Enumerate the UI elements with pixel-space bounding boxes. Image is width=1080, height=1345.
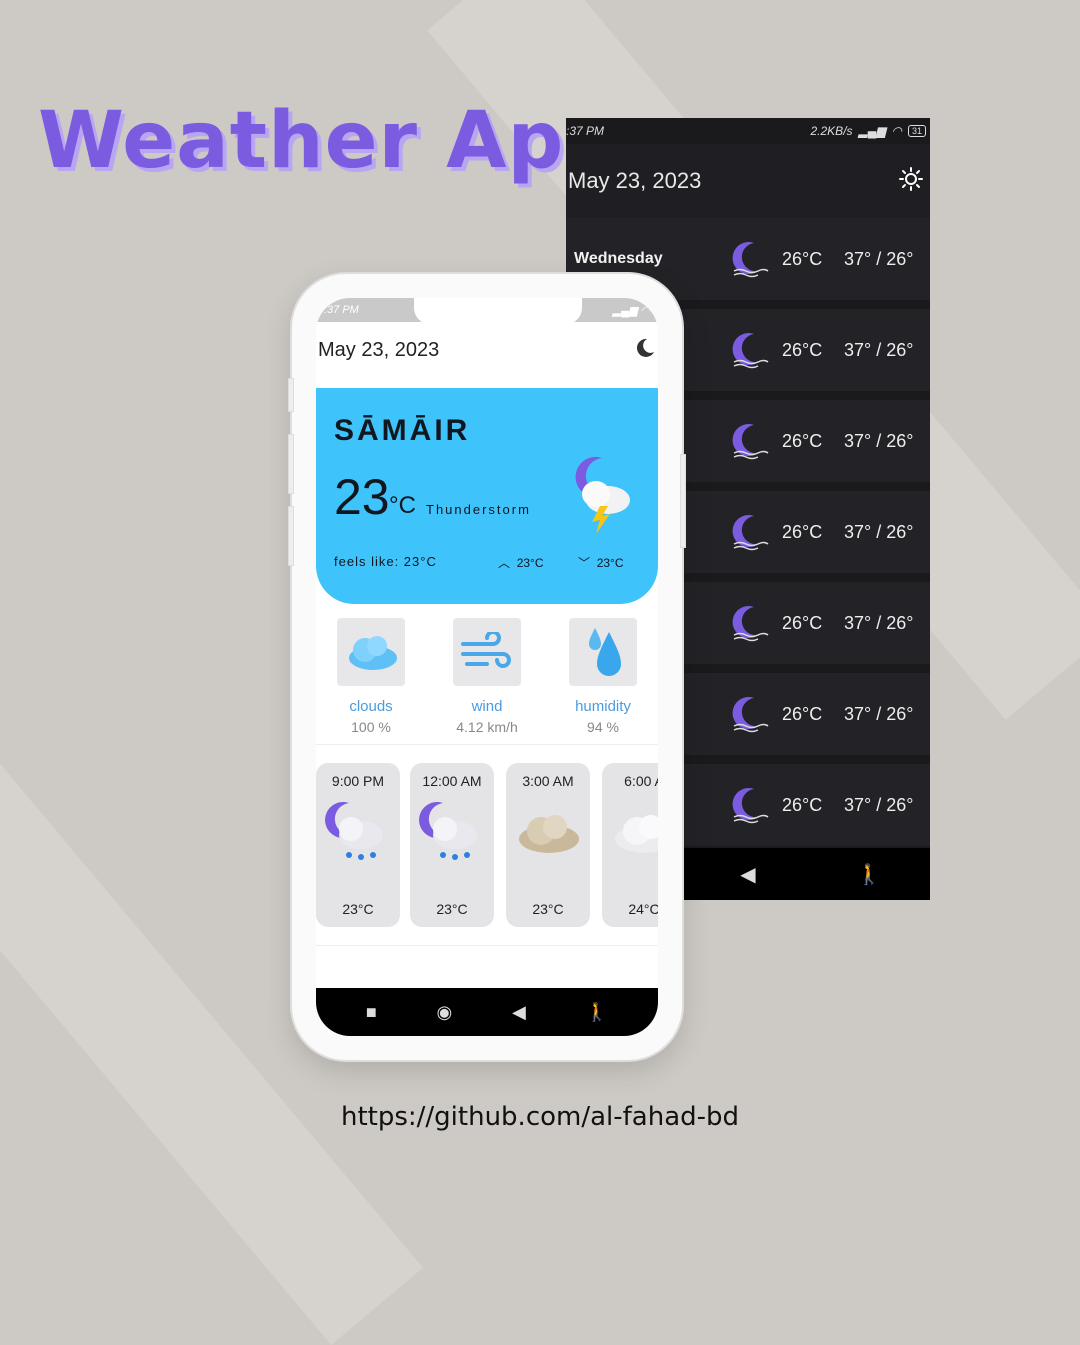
chevron-down-icon: ﹀ bbox=[578, 556, 591, 570]
sun-icon[interactable] bbox=[898, 166, 924, 197]
day-name: Wednesday bbox=[574, 250, 663, 267]
accessibility-button[interactable]: 🚶 bbox=[839, 862, 899, 887]
hourly-card[interactable]: 12:00 AM 23°C bbox=[410, 763, 494, 927]
moon-icon[interactable] bbox=[634, 337, 656, 364]
hour-time: 3:00 AM bbox=[522, 773, 574, 789]
stat-value: 94 % bbox=[587, 719, 619, 735]
day-temp: 26°C bbox=[782, 521, 823, 542]
day-range: 37° / 26° bbox=[844, 248, 914, 269]
side-button bbox=[288, 434, 294, 494]
moon-fog-icon bbox=[732, 788, 769, 824]
hourly-card[interactable]: 3:00 AM 23°C bbox=[506, 763, 590, 927]
status-icons: ▂▄▆ ◠ bbox=[612, 304, 650, 317]
stat-label: humidity bbox=[575, 698, 631, 715]
light-screen: :37 PM ▂▄▆ ◠ May 23, 2023 SĀMĀIR 23 °C T… bbox=[316, 298, 658, 1036]
moon-fog-icon bbox=[732, 242, 769, 278]
night-rain-icon bbox=[419, 801, 477, 860]
back-button[interactable]: ◀ bbox=[718, 862, 778, 887]
night-rain-icon bbox=[325, 801, 383, 860]
high-temp-value: 23°C bbox=[516, 556, 544, 570]
header: May 23, 2023 bbox=[316, 322, 658, 378]
moon-fog-icon bbox=[732, 515, 769, 551]
status-time: :37 PM bbox=[566, 124, 605, 138]
low-temp: ﹀ 23°C bbox=[578, 554, 624, 571]
hour-temp: 23°C bbox=[436, 901, 468, 917]
low-temp-value: 23°C bbox=[596, 556, 624, 570]
navigation-bar: ■ ◉ ◀ 🚶 bbox=[316, 988, 658, 1036]
day-temp: 26°C bbox=[782, 339, 823, 360]
hourly-card[interactable]: 6:00 A 24°C bbox=[602, 763, 658, 927]
stat-wind: wind 4.12 km/h bbox=[452, 618, 522, 735]
signal-icon: ▂▄▆ bbox=[858, 124, 886, 138]
feels-like: feels like: 23°C bbox=[334, 554, 437, 569]
battery-icon: 31 bbox=[907, 125, 926, 137]
day-range: 37° / 26° bbox=[844, 521, 914, 542]
cloud-icon bbox=[615, 815, 658, 853]
side-button bbox=[288, 506, 294, 566]
hour-temp: 23°C bbox=[532, 901, 564, 917]
accessibility-button[interactable]: 🚶 bbox=[586, 1002, 608, 1023]
hour-time: 9:00 PM bbox=[331, 773, 385, 789]
day-range: 37° / 26° bbox=[844, 339, 914, 360]
home-button[interactable]: ◉ bbox=[437, 1002, 453, 1023]
stat-humidity: humidity 94 % bbox=[568, 618, 638, 735]
condition-label: Thunderstorm bbox=[426, 502, 531, 517]
stat-label: clouds bbox=[349, 698, 393, 715]
day-range: 37° / 26° bbox=[844, 612, 914, 633]
current-temp: 23 bbox=[334, 469, 390, 525]
day-range: 37° / 26° bbox=[844, 703, 914, 724]
wind-icon bbox=[453, 618, 521, 686]
network-speed: 2.2KB/s bbox=[810, 124, 853, 138]
moon-fog-icon bbox=[732, 697, 769, 733]
hour-temp: 24°C bbox=[628, 901, 658, 917]
hour-time: 12:00 AM bbox=[422, 773, 482, 789]
notch bbox=[414, 298, 582, 324]
temp-unit: °C bbox=[389, 492, 416, 519]
side-button bbox=[680, 454, 686, 548]
moon-fog-icon bbox=[732, 424, 769, 460]
weather-stats: clouds 100 % wind 4.12 km/h humidity 94 … bbox=[316, 604, 658, 745]
droplet-icon bbox=[569, 618, 637, 686]
thunderstorm-icon bbox=[575, 456, 630, 534]
hour-temp: 23°C bbox=[342, 901, 374, 917]
day-range: 37° / 26° bbox=[844, 794, 914, 815]
hourly-forecast: 9:00 PM 23°C 12:00 AM 23°C 3:00 AM 23°C … bbox=[316, 745, 658, 946]
high-temp: ︿ 23°C bbox=[498, 554, 544, 571]
header: May 23, 2023 bbox=[566, 144, 930, 218]
current-weather-card: SĀMĀIR 23 °C Thunderstorm feels like: 23… bbox=[316, 388, 658, 604]
stat-value: 100 % bbox=[351, 719, 391, 735]
wifi-icon: ◠ bbox=[891, 124, 902, 138]
stat-label: wind bbox=[471, 698, 503, 715]
github-link[interactable]: https://github.com/al-fahad-bd bbox=[0, 1102, 1080, 1132]
phone-frame: :37 PM ▂▄▆ ◠ May 23, 2023 SĀMĀIR 23 °C T… bbox=[288, 274, 686, 1060]
status-bar: :37 PM 2.2KB/s ▂▄▆ ◠ 31 bbox=[566, 118, 930, 144]
day-range: 37° / 26° bbox=[844, 430, 914, 451]
date-label: May 23, 2023 bbox=[568, 168, 702, 193]
day-temp: 26°C bbox=[782, 430, 823, 451]
page-title: Weather App bbox=[38, 96, 622, 186]
day-temp: 26°C bbox=[782, 612, 823, 633]
status-time: :37 PM bbox=[324, 304, 359, 316]
back-button[interactable]: ◀ bbox=[512, 1002, 526, 1023]
city-name: SĀMĀIR bbox=[334, 414, 471, 447]
cloud-icon bbox=[519, 815, 579, 853]
hourly-card[interactable]: 9:00 PM 23°C bbox=[316, 763, 400, 927]
day-temp: 26°C bbox=[782, 794, 823, 815]
date-label: May 23, 2023 bbox=[318, 338, 440, 361]
cloud-icon bbox=[337, 618, 405, 686]
recents-button[interactable]: ■ bbox=[366, 1002, 377, 1023]
moon-fog-icon bbox=[732, 333, 769, 369]
day-temp: 26°C bbox=[782, 703, 823, 724]
stat-value: 4.12 km/h bbox=[456, 719, 518, 735]
moon-fog-icon bbox=[732, 606, 769, 642]
side-button bbox=[288, 378, 294, 412]
hour-time: 6:00 A bbox=[624, 773, 658, 789]
day-temp: 26°C bbox=[782, 248, 823, 269]
stat-clouds: clouds 100 % bbox=[336, 618, 406, 735]
chevron-up-icon: ︿ bbox=[498, 556, 511, 570]
